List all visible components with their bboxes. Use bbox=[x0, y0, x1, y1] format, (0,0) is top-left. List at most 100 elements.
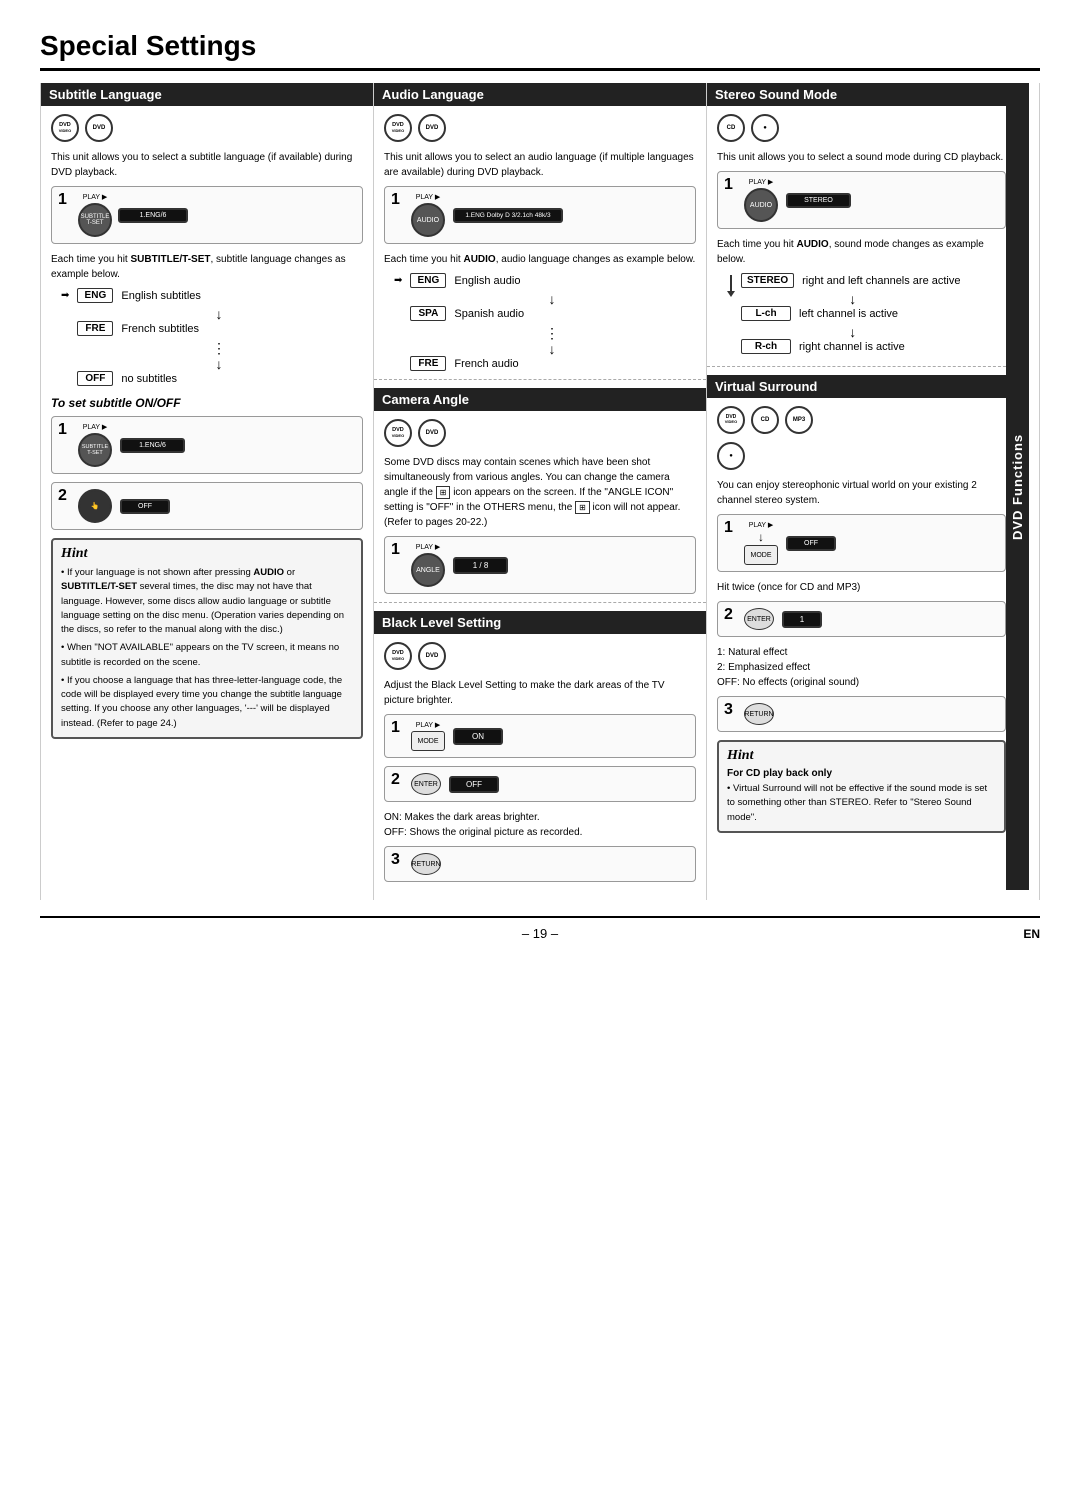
hint2-box: Hint For CD play back only • Virtual Sur… bbox=[717, 740, 1006, 833]
stereo-mode-stereo: STEREO right and left channels are activ… bbox=[741, 273, 961, 288]
subtitle-onoff-section: To set subtitle ON/OFF 1 PLAY ▶ SUBTITLE… bbox=[51, 396, 363, 530]
black-return-btn: RETURN bbox=[411, 853, 441, 875]
subtitle-language-col: Subtitle Language DVDVIDEO DVD This unit… bbox=[41, 83, 374, 900]
stereo-col: Stereo Sound Mode CD ● This unit allows … bbox=[707, 83, 1040, 900]
subtitle-onoff-step2: 2 👆 OFF bbox=[51, 482, 363, 530]
hint-title: Hint bbox=[61, 546, 353, 562]
audio-body-text: This unit allows you to select an audio … bbox=[384, 150, 696, 180]
subtitle-step1: 1 PLAY ▶ SUBTITLET-SET 1.ENG/6 bbox=[51, 186, 363, 244]
hint2-subtitle: For CD play back only bbox=[727, 768, 996, 779]
audio-each-time: Each time you hit AUDIO, audio language … bbox=[384, 252, 696, 267]
camera-body-text: Some DVD discs may contain scenes which … bbox=[384, 455, 696, 530]
vs-screen2: 1 bbox=[782, 611, 822, 628]
vs-screen1: OFF bbox=[786, 536, 836, 551]
stereo-step1: 1 PLAY ▶ AUDIO STEREO bbox=[717, 171, 1006, 229]
stereo-header: Stereo Sound Mode bbox=[707, 83, 1016, 106]
subtitle-onoff-screen2: OFF bbox=[120, 499, 170, 514]
page-number: – 19 – bbox=[522, 926, 558, 941]
stereo-each-time: Each time you hit AUDIO, sound mode chan… bbox=[717, 237, 1006, 267]
camera-step1: 1 PLAY ▶ ANGLE 1 / 8 bbox=[384, 536, 696, 594]
black-step3: 3 RETURN bbox=[384, 846, 696, 882]
camera-screen: 1 / 8 bbox=[453, 557, 508, 574]
black-step2: 2 ENTER OFF bbox=[384, 766, 696, 802]
audio-screen: 1.ENG Dolby D 3/2.1ch 48k/3 bbox=[453, 208, 563, 223]
vs-effects-list: 1: Natural effect 2: Emphasized effect O… bbox=[717, 645, 1006, 690]
black-level-header: Black Level Setting bbox=[374, 611, 706, 634]
subtitle-lang-list: ➡ ENG English subtitles ↓ ➡ FRE French s… bbox=[61, 288, 363, 386]
subtitle-onoff-header: To set subtitle ON/OFF bbox=[51, 396, 363, 410]
black-icons: DVDVIDEO DVD bbox=[384, 642, 696, 670]
vs-disc2: ● bbox=[717, 442, 745, 470]
lang-eng: ➡ ENG English subtitles bbox=[61, 288, 363, 303]
subtitle-onoff-step1: 1 PLAY ▶ SUBTITLET-SET 1.ENG/6 bbox=[51, 416, 363, 474]
subtitle-icons: DVDVIDEO DVD bbox=[51, 114, 363, 142]
stereo-disc-icon: ● bbox=[751, 114, 779, 142]
subtitle-body-text: This unit allows you to select a subtitl… bbox=[51, 150, 363, 180]
stereo-mode-list: STEREO right and left channels are activ… bbox=[727, 273, 1006, 358]
camera-remote: ANGLE bbox=[411, 553, 445, 587]
subtitle-onoff-screen1: 1.ENG/6 bbox=[120, 438, 185, 453]
camera-dvd-icon: DVDVIDEO bbox=[384, 419, 412, 447]
subtitle-each-time: Each time you hit SUBTITLE/T-SET, subtit… bbox=[51, 252, 363, 282]
camera-icons: DVDVIDEO DVD bbox=[384, 419, 696, 447]
audio-icons: DVDVIDEO DVD bbox=[384, 114, 696, 142]
audio-eng: ➡ ENG English audio bbox=[394, 273, 696, 288]
camera-angle-header: Camera Angle bbox=[374, 388, 706, 411]
subtitle-onoff-remote: SUBTITLET-SET bbox=[78, 433, 112, 467]
virtual-disc-icon-row: ● bbox=[717, 442, 1006, 470]
audio-language-header: Audio Language bbox=[374, 83, 706, 106]
virtual-icons: DVDVIDEO CD MP3 bbox=[717, 406, 1006, 434]
page-title: Special Settings bbox=[40, 30, 1040, 71]
vs-dvd-icon: DVDVIDEO bbox=[717, 406, 745, 434]
en-label: EN bbox=[1023, 927, 1040, 941]
separator3 bbox=[707, 366, 1016, 367]
audio-remote: AUDIO bbox=[411, 203, 445, 237]
stereo-mode-lch: L-ch left channel is active bbox=[741, 306, 961, 321]
stereo-icons: CD ● bbox=[717, 114, 1006, 142]
vs-mode-btn: MODE bbox=[744, 545, 778, 565]
black-enter-btn: ENTER bbox=[411, 773, 441, 795]
audio-dvd-icon2: DVD bbox=[418, 114, 446, 142]
black-dvd-icon: DVDVIDEO bbox=[384, 642, 412, 670]
subtitle-language-header: Subtitle Language bbox=[41, 83, 373, 106]
subtitle-remote-btn: SUBTITLET-SET bbox=[78, 203, 112, 237]
audio-spa: ➡ SPA Spanish audio bbox=[394, 306, 696, 321]
hint-text: • If your language is not shown after pr… bbox=[61, 566, 353, 731]
vs-return-btn: RETURN bbox=[744, 703, 774, 725]
hint-box: Hint • If your language is not shown aft… bbox=[51, 538, 363, 739]
audio-fre: ➡ FRE French audio bbox=[394, 356, 696, 371]
camera-dvd-icon2: DVD bbox=[418, 419, 446, 447]
hint2-text: • Virtual Surround will not be effective… bbox=[727, 782, 996, 825]
dvd-icon: DVDVIDEO bbox=[51, 114, 79, 142]
audio-lang-list: ➡ ENG English audio ↓ ➡ SPA Spanish audi… bbox=[394, 273, 696, 371]
vs-step1: 1 PLAY ▶ ↓ MODE OFF bbox=[717, 514, 1006, 572]
black-step1: 1 PLAY ▶ MODE ON bbox=[384, 714, 696, 758]
black-dvd-icon2: DVD bbox=[418, 642, 446, 670]
vs-step3: 3 RETURN bbox=[717, 696, 1006, 732]
vs-mp3-icon: MP3 bbox=[785, 406, 813, 434]
subtitle-onoff-remote2: 👆 bbox=[78, 489, 112, 523]
dvd-icon2: DVD bbox=[85, 114, 113, 142]
stereo-mode-rch: R-ch right channel is active bbox=[741, 339, 961, 354]
separator1 bbox=[374, 379, 706, 380]
vs-cd-icon: CD bbox=[751, 406, 779, 434]
audio-dvd-icon: DVDVIDEO bbox=[384, 114, 412, 142]
separator2 bbox=[374, 602, 706, 603]
vs-hit-twice: Hit twice (once for CD and MP3) bbox=[717, 580, 1006, 595]
black-notes: ON: Makes the dark areas brighter. OFF: … bbox=[384, 810, 696, 840]
black-body-text: Adjust the Black Level Setting to make t… bbox=[384, 678, 696, 708]
virtual-body: You can enjoy stereophonic virtual world… bbox=[717, 478, 1006, 508]
lang-fre: ➡ FRE French subtitles bbox=[61, 321, 363, 336]
stereo-cd-icon: CD bbox=[717, 114, 745, 142]
page-footer: – 19 – EN bbox=[40, 916, 1040, 941]
stereo-screen: STEREO bbox=[786, 193, 851, 208]
black-screen2: OFF bbox=[449, 776, 499, 793]
stereo-body-text: This unit allows you to select a sound m… bbox=[717, 150, 1006, 165]
subtitle-screen: 1.ENG/6 bbox=[118, 208, 188, 223]
vs-enter-btn: ENTER bbox=[744, 608, 774, 630]
dvd-functions-label: DVD Functions bbox=[1006, 83, 1029, 890]
stereo-audio-remote: AUDIO bbox=[744, 188, 778, 222]
hint2-title: Hint bbox=[727, 748, 996, 764]
black-screen1: ON bbox=[453, 728, 503, 745]
audio-col: Audio Language DVDVIDEO DVD This unit al… bbox=[374, 83, 707, 900]
